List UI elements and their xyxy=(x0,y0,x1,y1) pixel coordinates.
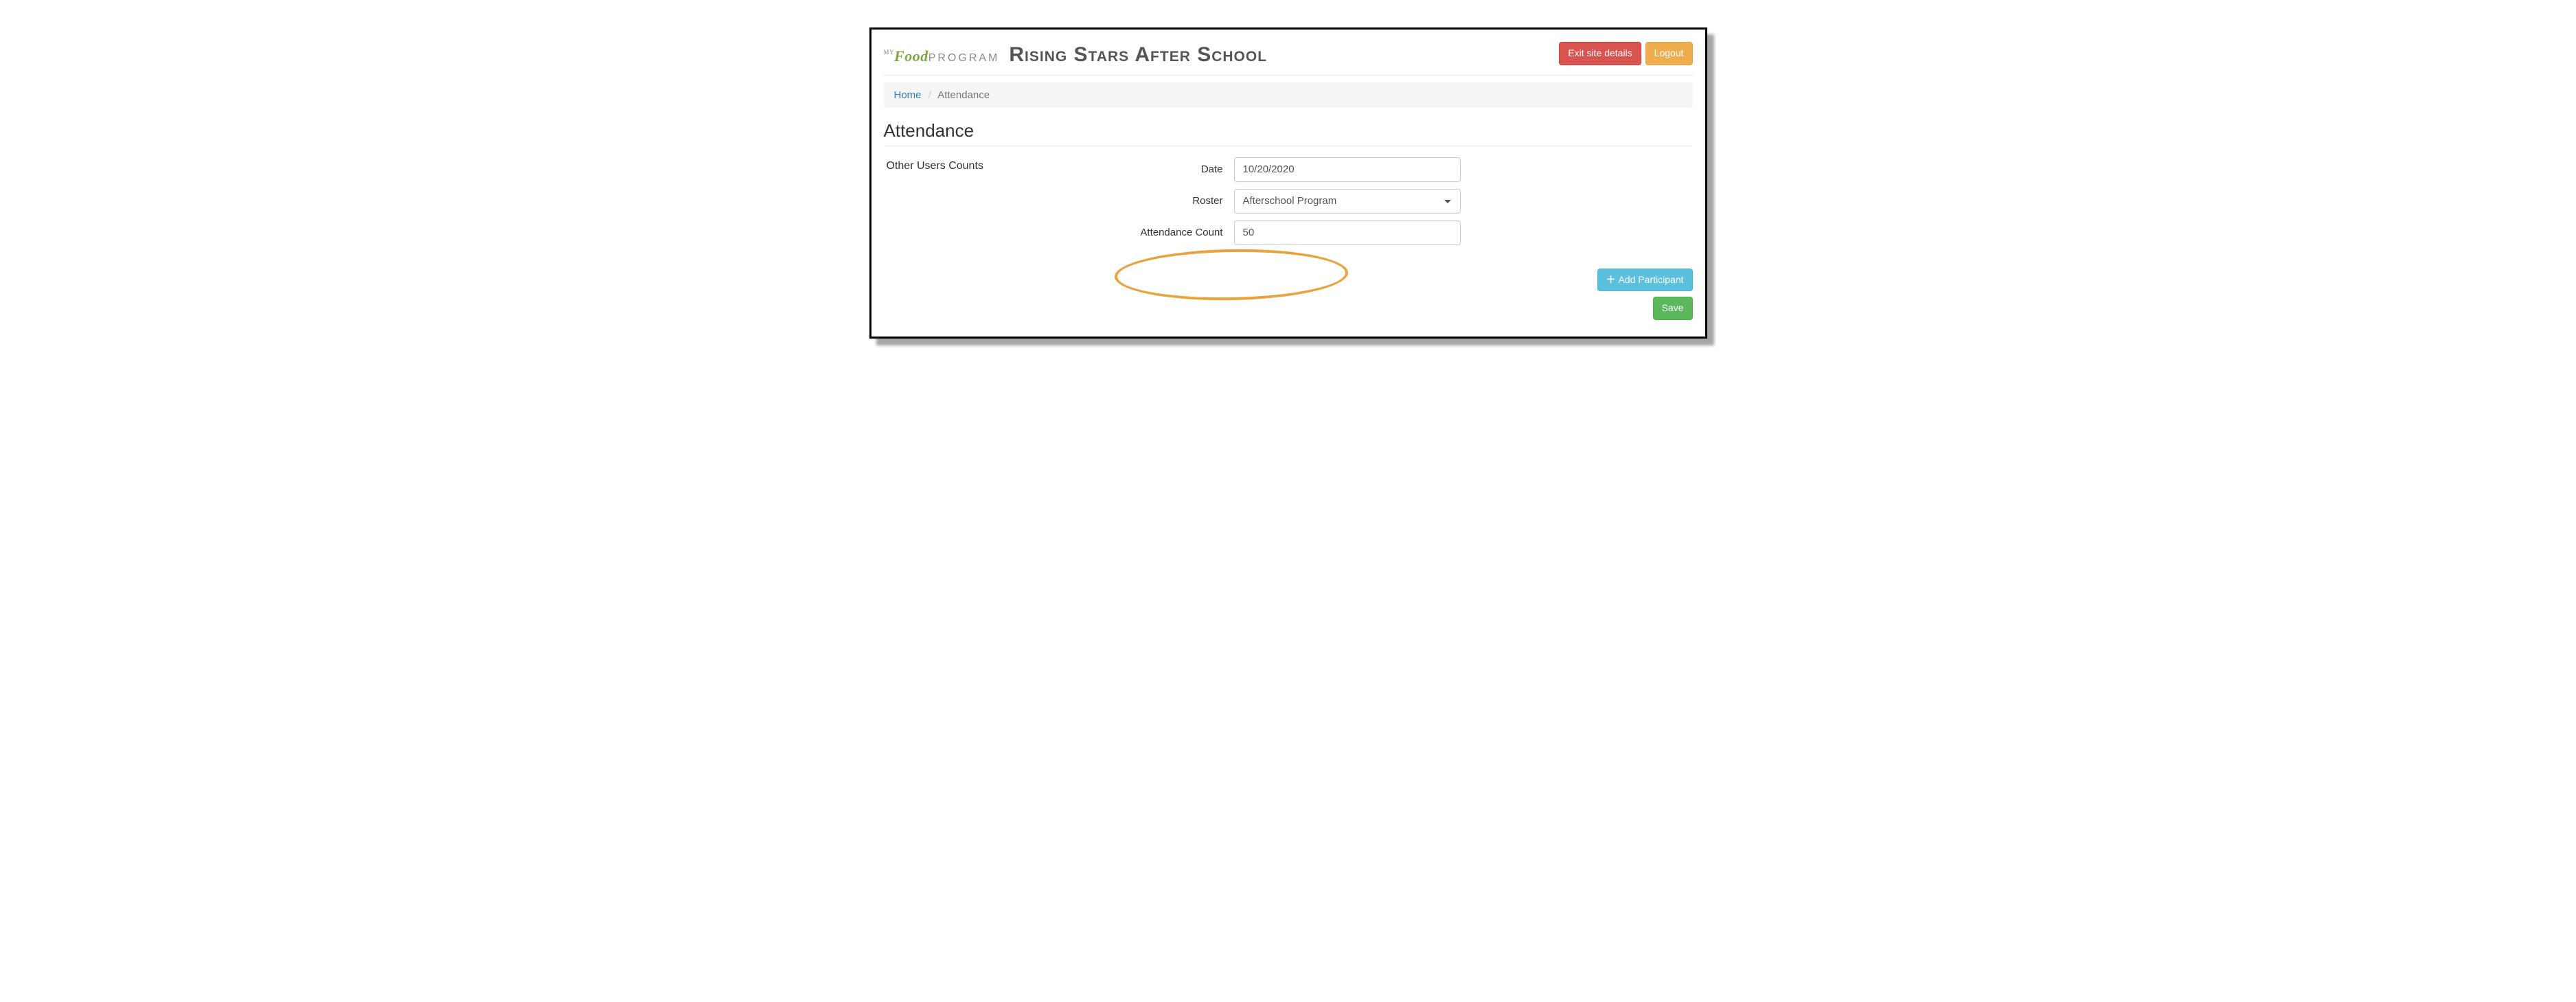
roster-label: Roster xyxy=(1110,195,1234,207)
date-label: Date xyxy=(1110,163,1234,175)
header-divider xyxy=(884,75,1693,76)
brand-area: MYFoodPROGRAM Rising Stars After School xyxy=(884,43,1268,67)
attendance-count-row: Attendance Count xyxy=(1110,220,1693,245)
app-frame: MYFoodPROGRAM Rising Stars After School … xyxy=(869,27,1707,339)
header-actions: Exit site details Logout xyxy=(1559,42,1692,65)
attendance-count-input[interactable] xyxy=(1234,220,1461,245)
breadcrumb: Home / Attendance xyxy=(884,82,1693,108)
breadcrumb-divider: / xyxy=(924,89,935,101)
page-title: Attendance xyxy=(884,120,1693,141)
logout-button[interactable]: Logout xyxy=(1645,42,1693,65)
roster-select[interactable]: Afterschool Program xyxy=(1234,189,1461,214)
actions-area: ＋ Add Participant Save xyxy=(884,269,1693,320)
add-participant-button[interactable]: ＋ Add Participant xyxy=(1597,269,1693,292)
form-area: Other Users Counts Date Roster Afterscho… xyxy=(884,157,1693,252)
date-input[interactable] xyxy=(1234,157,1461,182)
header: MYFoodPROGRAM Rising Stars After School … xyxy=(884,42,1693,75)
date-row: Date xyxy=(1110,157,1693,182)
exit-site-details-button[interactable]: Exit site details xyxy=(1559,42,1641,65)
form-fields: Date Roster Afterschool Program Attendan… xyxy=(1110,157,1693,252)
add-participant-label: Add Participant xyxy=(1619,273,1684,287)
roster-row: Roster Afterschool Program xyxy=(1110,189,1693,214)
section-label: Other Users Counts xyxy=(884,157,1090,172)
save-button[interactable]: Save xyxy=(1653,297,1693,320)
plus-icon: ＋ xyxy=(1606,273,1616,287)
logo: MYFoodPROGRAM xyxy=(884,47,1000,65)
breadcrumb-home-link[interactable]: Home xyxy=(894,89,922,101)
breadcrumb-current: Attendance xyxy=(937,89,990,101)
attendance-count-label: Attendance Count xyxy=(1110,227,1234,238)
site-title: Rising Stars After School xyxy=(1009,43,1267,67)
